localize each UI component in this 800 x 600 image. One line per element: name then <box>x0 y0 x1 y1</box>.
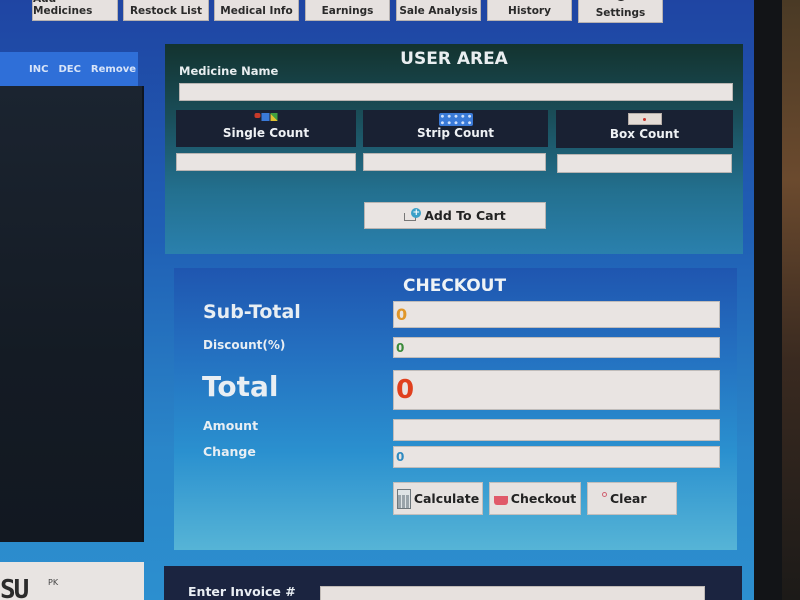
pill-strip-icon <box>438 113 473 126</box>
medicine-name-input[interactable] <box>179 83 733 101</box>
checkout-panel: CHECKOUT Sub-Total 0 Discount(%) 0 Total… <box>174 268 737 550</box>
gear-icon <box>616 0 625 1</box>
calculator-icon <box>396 488 411 509</box>
subtotal-value: 0 <box>396 305 408 324</box>
discount-label: Discount(%) <box>203 338 286 352</box>
cart-list[interactable] <box>0 86 144 542</box>
checkout-label: Checkout <box>510 491 577 506</box>
clear-button[interactable]: Clear <box>587 482 677 515</box>
strip-count-card: Strip Count <box>363 110 548 147</box>
basket-icon <box>493 496 508 505</box>
checkout-title: CHECKOUT <box>403 276 507 296</box>
remove-button[interactable]: Remove <box>91 64 136 75</box>
subtotal-field[interactable]: 0 <box>393 301 720 328</box>
cart-add-icon: + <box>404 207 422 224</box>
earnings-button[interactable]: Earnings <box>305 0 390 21</box>
discount-value: 0 <box>396 340 405 355</box>
inc-button[interactable]: INC <box>29 64 48 75</box>
earnings-label: Earnings <box>321 5 374 17</box>
total-value: 0 <box>396 375 415 405</box>
discount-field[interactable]: 0 <box>393 337 720 358</box>
calculate-label: Calculate <box>413 491 480 506</box>
checkout-button[interactable]: Checkout <box>489 482 581 515</box>
amount-label: Amount <box>203 418 259 433</box>
amount-field[interactable] <box>393 419 720 441</box>
subtotal-label: Sub-Total <box>203 301 301 323</box>
settings-button[interactable]: Settings <box>578 0 663 23</box>
medical-info-label: Medical Info <box>220 5 293 17</box>
clear-label: Clear <box>610 491 647 506</box>
settings-label: Settings <box>595 7 646 19</box>
history-button[interactable]: History <box>487 0 572 21</box>
medicine-box-icon <box>627 113 662 125</box>
change-label: Change <box>203 444 256 459</box>
clear-sparkle-icon <box>602 492 607 497</box>
add-medicines-button[interactable]: Add Medicines <box>32 0 118 21</box>
single-count-input[interactable] <box>176 153 356 171</box>
monitor-bezel <box>754 0 782 600</box>
single-count-card: Single Count <box>176 110 356 147</box>
restock-list-label: Restock List <box>129 5 203 17</box>
background-outside-screen <box>782 0 800 600</box>
top-toolbar: Add Medicines Restock List Medical Info … <box>0 0 760 24</box>
dec-button[interactable]: DEC <box>58 64 80 75</box>
add-medicines-label: Add Medicines <box>33 0 93 17</box>
sale-analysis-button[interactable]: Sale Analysis <box>396 0 481 21</box>
change-field[interactable]: 0 <box>393 446 720 468</box>
invoice-input[interactable] <box>320 586 705 600</box>
cart-actions-bar: INC DEC Remove <box>0 52 138 86</box>
box-count-card: Box Count <box>556 110 733 148</box>
sale-analysis-label: Sale Analysis <box>399 5 478 17</box>
calculate-button[interactable]: Calculate <box>393 482 483 515</box>
history-label: History <box>508 5 551 17</box>
add-to-cart-label: Add To Cart <box>424 208 506 223</box>
change-value: 0 <box>396 450 405 464</box>
restock-list-button[interactable]: Restock List <box>123 0 209 21</box>
total-label: Total <box>202 370 279 403</box>
single-count-label: Single Count <box>222 126 310 140</box>
invoice-panel: Enter Invoice # <box>164 566 742 600</box>
box-count-label: Box Count <box>609 127 680 141</box>
single-pills-icon <box>254 113 278 121</box>
strip-count-input[interactable] <box>363 153 546 171</box>
box-count-input[interactable] <box>557 154 732 173</box>
medicine-name-label: Medicine Name <box>179 64 279 78</box>
logo-suffix: PK <box>48 578 59 587</box>
total-field[interactable]: 0 <box>393 370 720 410</box>
strip-count-label: Strip Count <box>416 126 495 140</box>
medical-info-button[interactable]: Medical Info <box>214 0 299 21</box>
logo-mark: SU <box>0 575 29 600</box>
add-to-cart-button[interactable]: + Add To Cart <box>364 202 546 229</box>
invoice-label: Enter Invoice # <box>188 584 296 599</box>
